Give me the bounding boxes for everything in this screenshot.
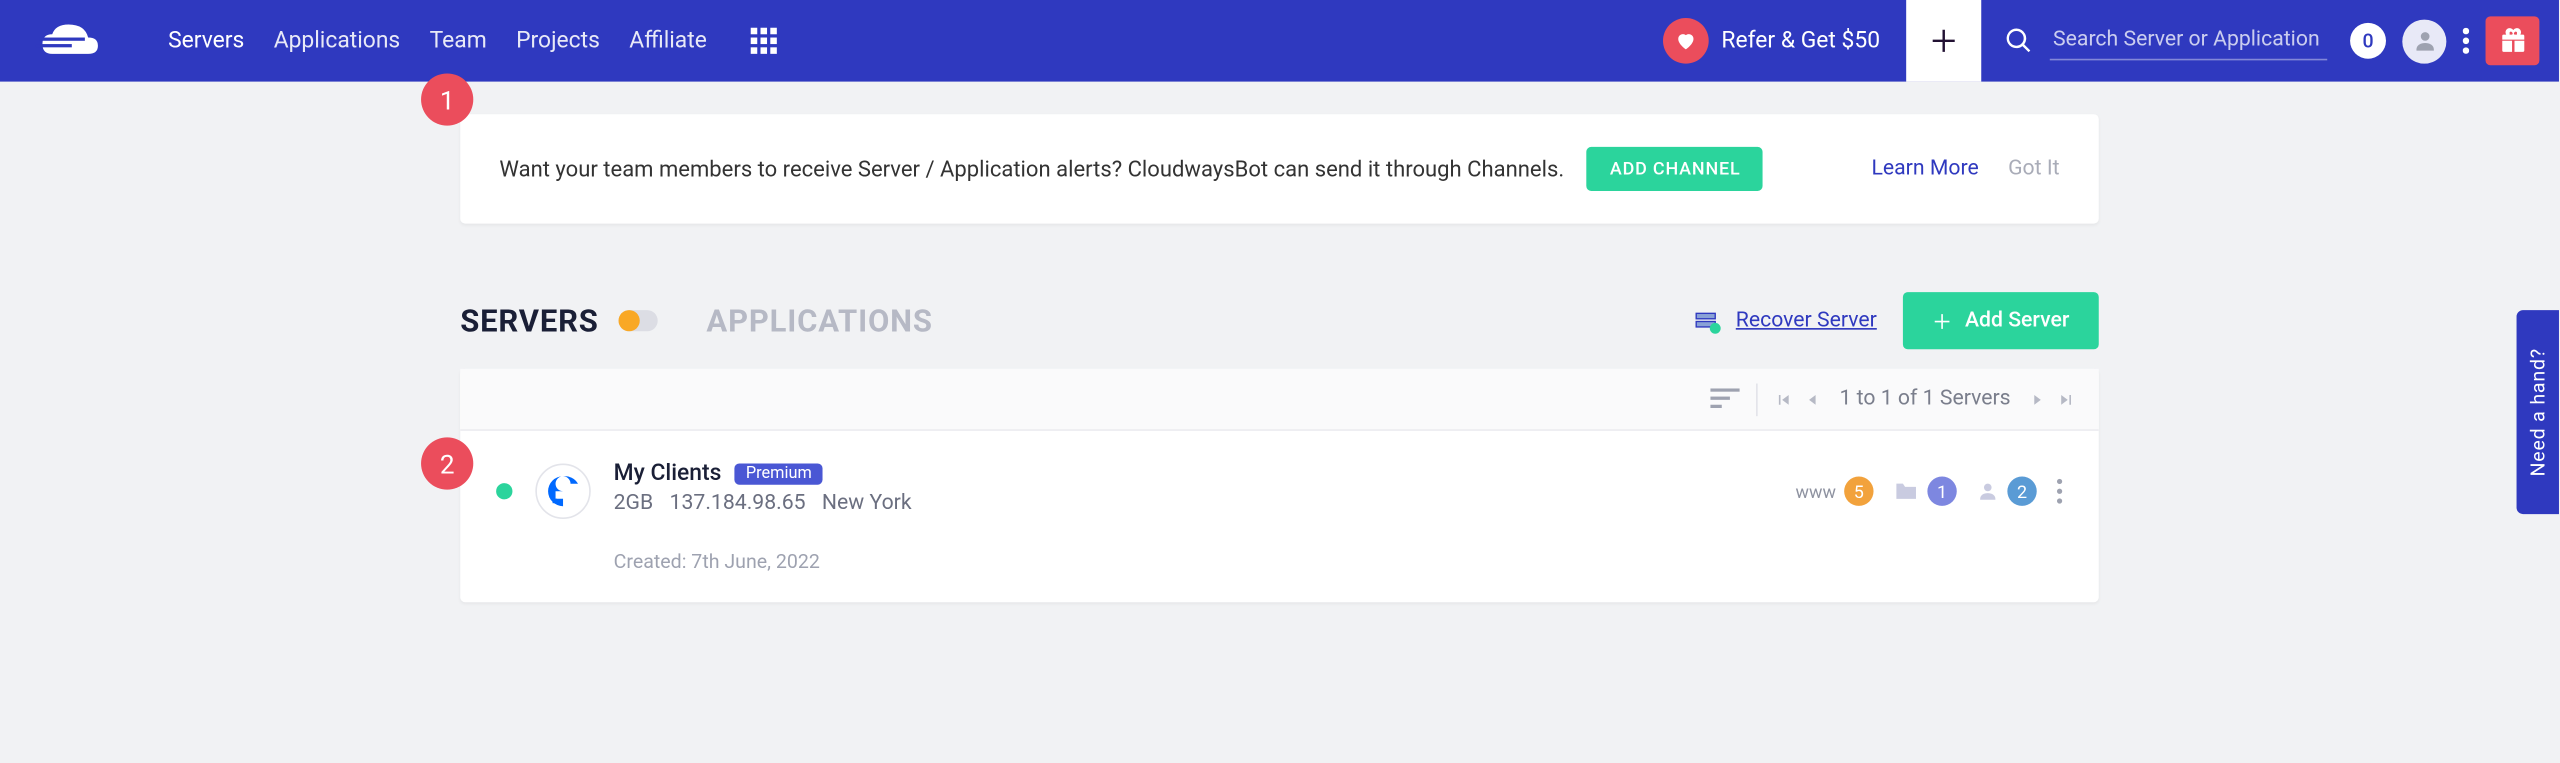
gift-icon: [2498, 26, 2527, 55]
stat-apps[interactable]: www 5: [1796, 477, 1874, 506]
user-icon: [2411, 28, 2437, 54]
view-toggle[interactable]: [618, 310, 657, 331]
section-header: SERVERS APPLICATIONS Recover Server Add …: [460, 292, 2099, 349]
pager-label: 1 to 1 of 1 Servers: [1839, 387, 2010, 411]
step-marker-1: 1: [421, 73, 473, 125]
server-region: New York: [822, 491, 912, 515]
server-ip: 137.184.98.65: [670, 491, 806, 515]
www-label: www: [1796, 481, 1836, 502]
add-button[interactable]: [1906, 0, 1981, 82]
nav-applications[interactable]: Applications: [259, 0, 415, 82]
apps-grid-icon[interactable]: [751, 28, 777, 54]
page-first-icon[interactable]: [1774, 389, 1794, 409]
status-indicator: [496, 483, 512, 499]
cloud-logo-icon: [36, 18, 124, 64]
nav-projects[interactable]: Projects: [501, 0, 614, 82]
digitalocean-icon: [545, 473, 581, 509]
server-info: My Clients Premium 2GB 137.184.98.65 New…: [614, 460, 912, 573]
stat-projects[interactable]: 1: [1893, 477, 1957, 506]
folder-icon: [1893, 480, 1919, 503]
stat-team-count: 2: [2007, 477, 2036, 506]
tab-servers[interactable]: SERVERS: [460, 302, 598, 340]
list-toolbar: 1 to 1 of 1 Servers: [460, 369, 2099, 431]
divider: [1756, 383, 1758, 416]
stat-apps-count: 5: [1844, 477, 1873, 506]
server-stats: www 5 1 2: [1796, 477, 2063, 506]
add-server-label: Add Server: [1965, 308, 2069, 332]
learn-more-link[interactable]: Learn More: [1871, 157, 1978, 181]
recover-server-icon: [1690, 304, 1723, 337]
refer-label: Refer & Get $50: [1721, 28, 1880, 54]
server-name: My Clients: [614, 460, 722, 486]
stat-projects-count: 1: [1927, 477, 1956, 506]
plus-icon: [1929, 26, 1958, 55]
page-prev-icon[interactable]: [1804, 389, 1824, 409]
provider-logo: [535, 463, 590, 518]
premium-badge: Premium: [734, 463, 823, 484]
nav-affiliate[interactable]: Affiliate: [615, 0, 722, 82]
add-channel-button[interactable]: ADD CHANNEL: [1587, 147, 1763, 191]
step-marker-2: 2: [421, 437, 473, 489]
kebab-menu-icon[interactable]: [2463, 28, 2470, 54]
stat-team[interactable]: 2: [1976, 477, 2036, 506]
refer-link[interactable]: Refer & Get $50: [1637, 18, 1907, 64]
recover-server-link[interactable]: Recover Server: [1690, 304, 1877, 337]
server-created: Created: 7th June, 2022: [614, 550, 912, 573]
user-avatar[interactable]: [2402, 19, 2446, 63]
user-icon: [1976, 480, 1999, 503]
banner-text: Want your team members to receive Server…: [499, 156, 1564, 182]
nav-servers[interactable]: Servers: [153, 0, 259, 82]
server-row[interactable]: My Clients Premium 2GB 137.184.98.65 New…: [460, 431, 2099, 602]
logo[interactable]: [0, 18, 153, 64]
page-last-icon[interactable]: [2056, 389, 2076, 409]
search-wrap: [1981, 21, 2350, 60]
primary-nav: Servers Applications Team Projects Affil…: [153, 0, 721, 82]
sort-icon[interactable]: [1711, 388, 1740, 411]
recover-server-label: Recover Server: [1736, 308, 1877, 332]
gift-button[interactable]: [2486, 16, 2540, 65]
page-next-icon[interactable]: [2027, 389, 2047, 409]
server-size: 2GB: [614, 491, 654, 515]
notification-count[interactable]: 0: [2350, 23, 2386, 59]
channels-banner: Want your team members to receive Server…: [460, 114, 2099, 223]
got-it-link[interactable]: Got It: [2008, 157, 2059, 181]
search-icon: [2004, 26, 2033, 55]
nav-team[interactable]: Team: [415, 0, 501, 82]
add-server-button[interactable]: Add Server: [1903, 292, 2099, 349]
plus-icon: [1932, 311, 1952, 331]
tab-applications[interactable]: APPLICATIONS: [706, 302, 932, 340]
help-tab[interactable]: Need a hand?: [2517, 310, 2559, 514]
topbar-right: Refer & Get $50 0: [1637, 0, 2559, 82]
server-list: 1 to 1 of 1 Servers My Clients Pre: [460, 369, 2099, 602]
search-input[interactable]: [2050, 21, 2327, 60]
row-kebab-icon[interactable]: [2056, 478, 2063, 504]
top-nav-bar: Servers Applications Team Projects Affil…: [0, 0, 2559, 82]
heart-icon: [1663, 18, 1709, 64]
